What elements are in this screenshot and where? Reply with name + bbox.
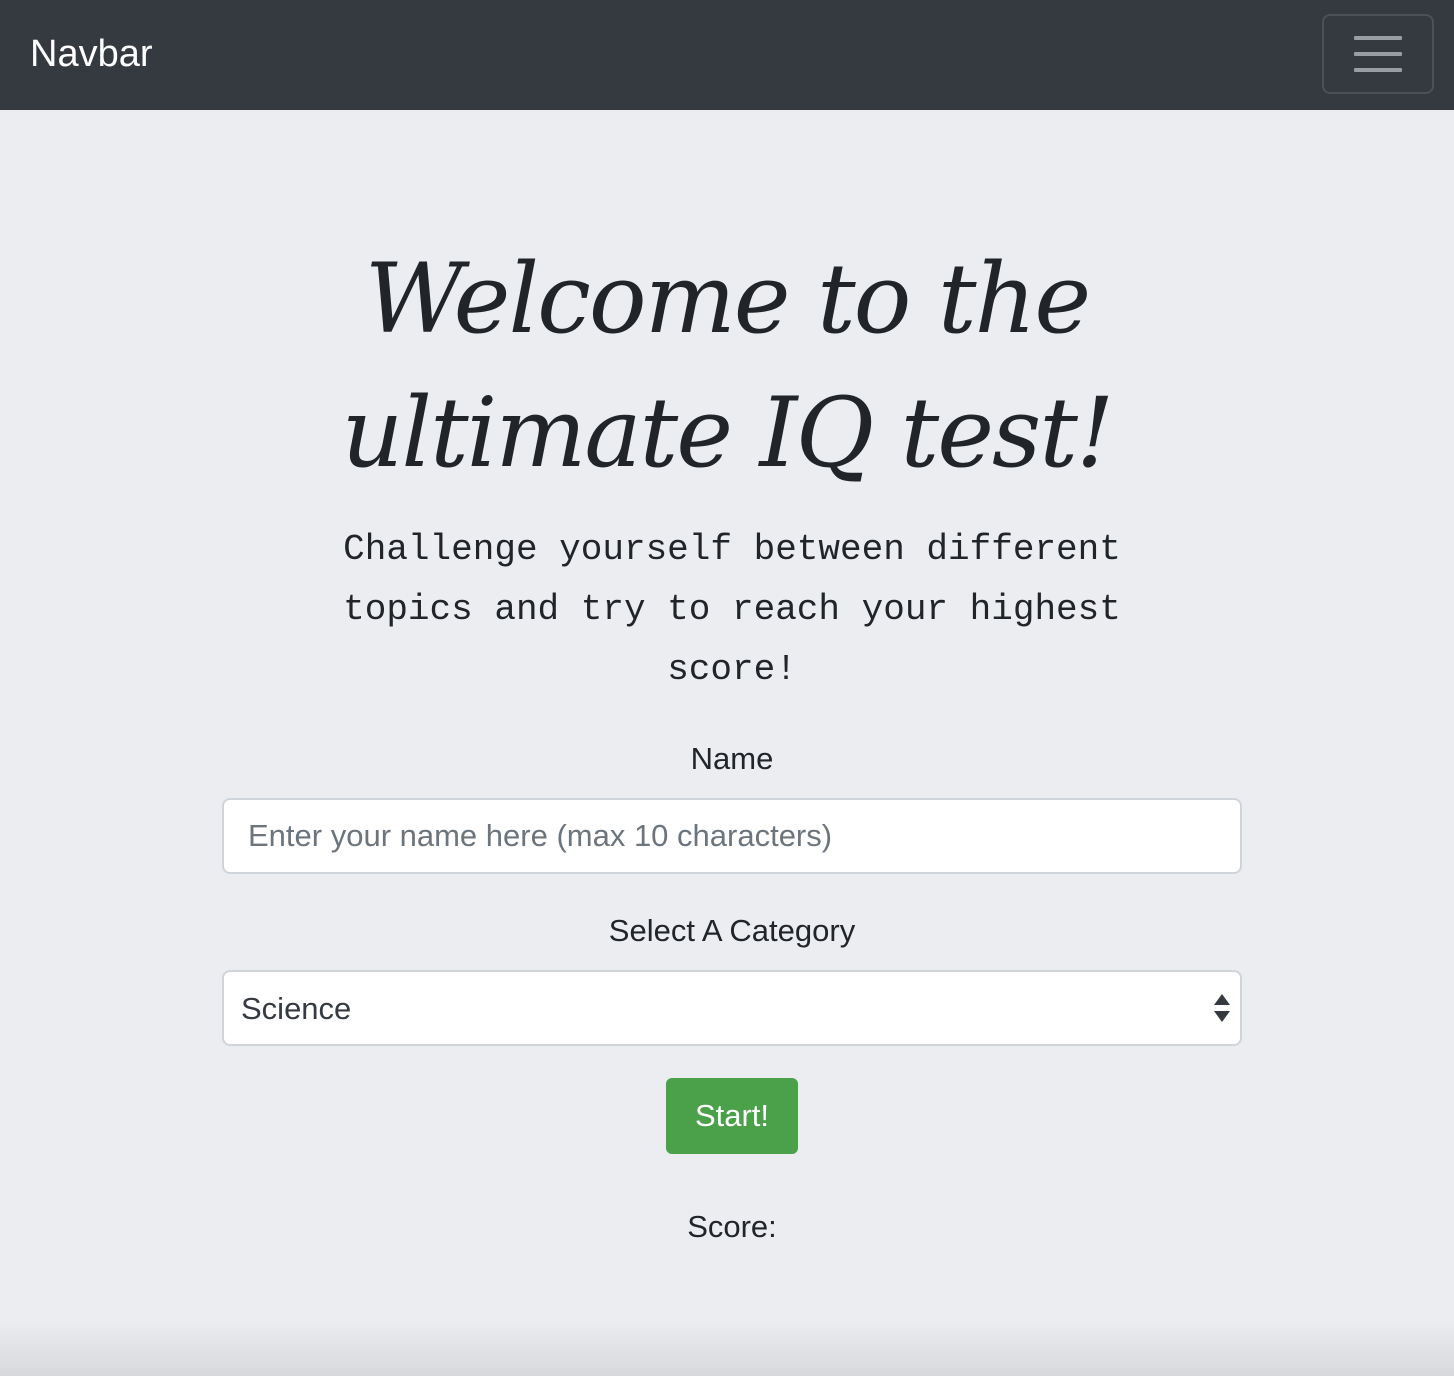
name-label: Name — [690, 741, 774, 776]
category-label: Select A Category — [608, 913, 856, 948]
subtitle-line-3: score! — [667, 649, 797, 690]
page-title-line-1: Welcome to the — [364, 243, 1091, 355]
subtitle-line-2: topics and try to reach your highest — [343, 589, 1121, 630]
navbar-brand[interactable]: Navbar — [30, 31, 153, 77]
select-arrows-icon — [1214, 994, 1230, 1024]
page-title: Welcome to the ultimate IQ test! — [227, 232, 1227, 500]
category-selected-value: Science — [241, 991, 352, 1026]
page-title-line-2: ultimate IQ test! — [341, 377, 1115, 489]
name-input[interactable] — [222, 798, 1242, 874]
start-button[interactable]: Start! — [666, 1078, 798, 1154]
page-subtitle: Challenge yourself between different topi… — [282, 520, 1182, 700]
navbar-toggler-button[interactable] — [1322, 14, 1434, 94]
category-select[interactable]: Science — [222, 970, 1242, 1046]
score-label: Score: — [687, 1209, 777, 1244]
bottom-shadow — [0, 1320, 1454, 1376]
subtitle-line-1: Challenge yourself between different — [343, 529, 1121, 570]
navbar: Navbar — [0, 0, 1454, 110]
